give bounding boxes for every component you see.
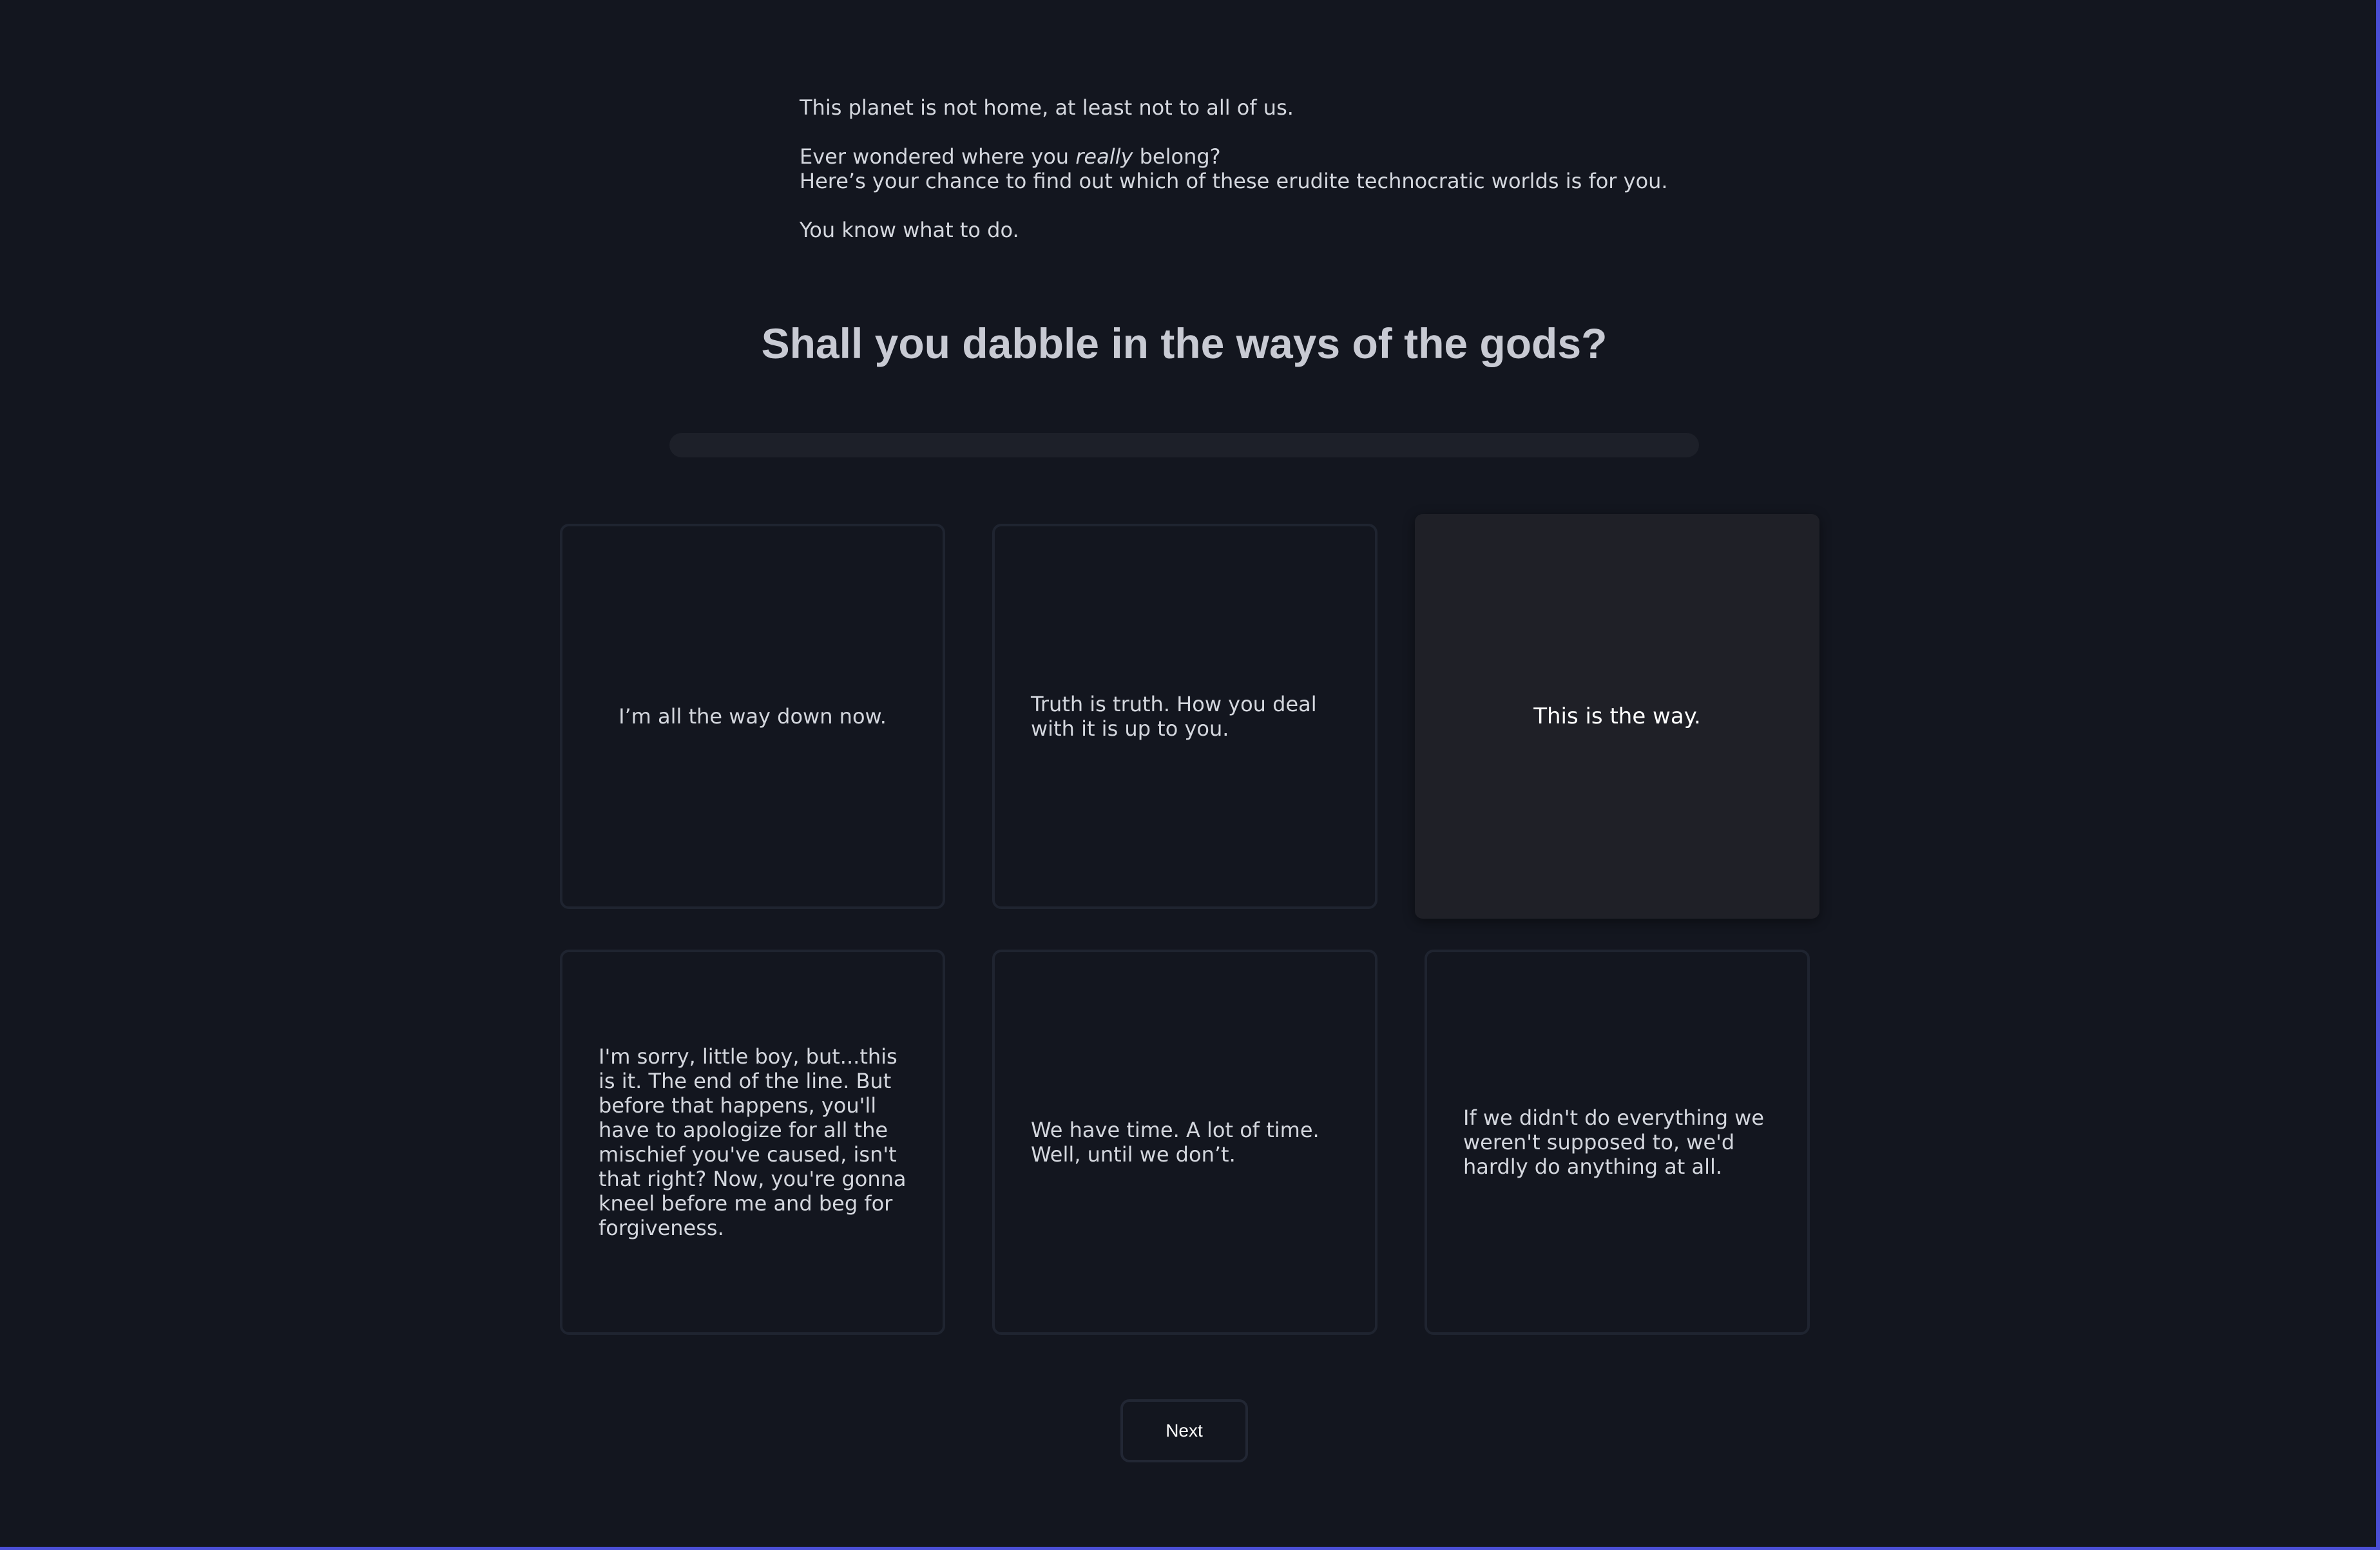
answer-option-5[interactable]: We have time. A lot of time. Well, until…	[992, 950, 1377, 1335]
answer-option-4[interactable]: I'm sorry, little boy, but...this is it.…	[560, 950, 945, 1335]
answer-option-text: We have time. A lot of time. Well, until…	[1031, 1118, 1320, 1167]
window-edge-right	[2376, 0, 2380, 1550]
intro-spacer	[800, 120, 1702, 144]
intro-emphasis: really	[1075, 144, 1133, 169]
answer-option-2[interactable]: Truth is truth. How you deal with it is …	[992, 524, 1377, 909]
answer-option-text: Truth is truth. How you deal with it is …	[1031, 692, 1317, 741]
intro-text: This planet is not home, at least not to…	[800, 95, 1702, 242]
question-title: Shall you dabble in the ways of the gods…	[761, 320, 1607, 367]
answer-option-text: This is the way.	[1533, 703, 1701, 729]
intro-spacer	[800, 193, 1702, 218]
answer-option-text: I’m all the way down now.	[619, 704, 887, 729]
answer-option-text: If we didn't do everything we weren't su…	[1463, 1105, 1765, 1179]
progress-bar	[669, 433, 1699, 457]
window-edge-bottom	[0, 1547, 2380, 1550]
answer-option-6[interactable]: If we didn't do everything we weren't su…	[1425, 950, 1810, 1335]
answer-option-3-selected[interactable]: This is the way.	[1415, 514, 1819, 919]
intro-line-3: Here’s your chance to find out which of …	[800, 169, 1668, 193]
answer-option-1[interactable]: I’m all the way down now.	[560, 524, 945, 909]
intro-line-2: Ever wondered where you really belong?	[800, 144, 1702, 169]
intro-line-1: This planet is not home, at least not to…	[800, 95, 1294, 120]
answer-option-text: I'm sorry, little boy, but...this is it.…	[599, 1044, 907, 1240]
next-button[interactable]: Next	[1120, 1399, 1248, 1462]
intro-line-2-end: belong?	[1133, 144, 1221, 169]
intro-line-4: You know what to do.	[800, 218, 1019, 242]
intro-line-2-start: Ever wondered where you	[800, 144, 1076, 169]
